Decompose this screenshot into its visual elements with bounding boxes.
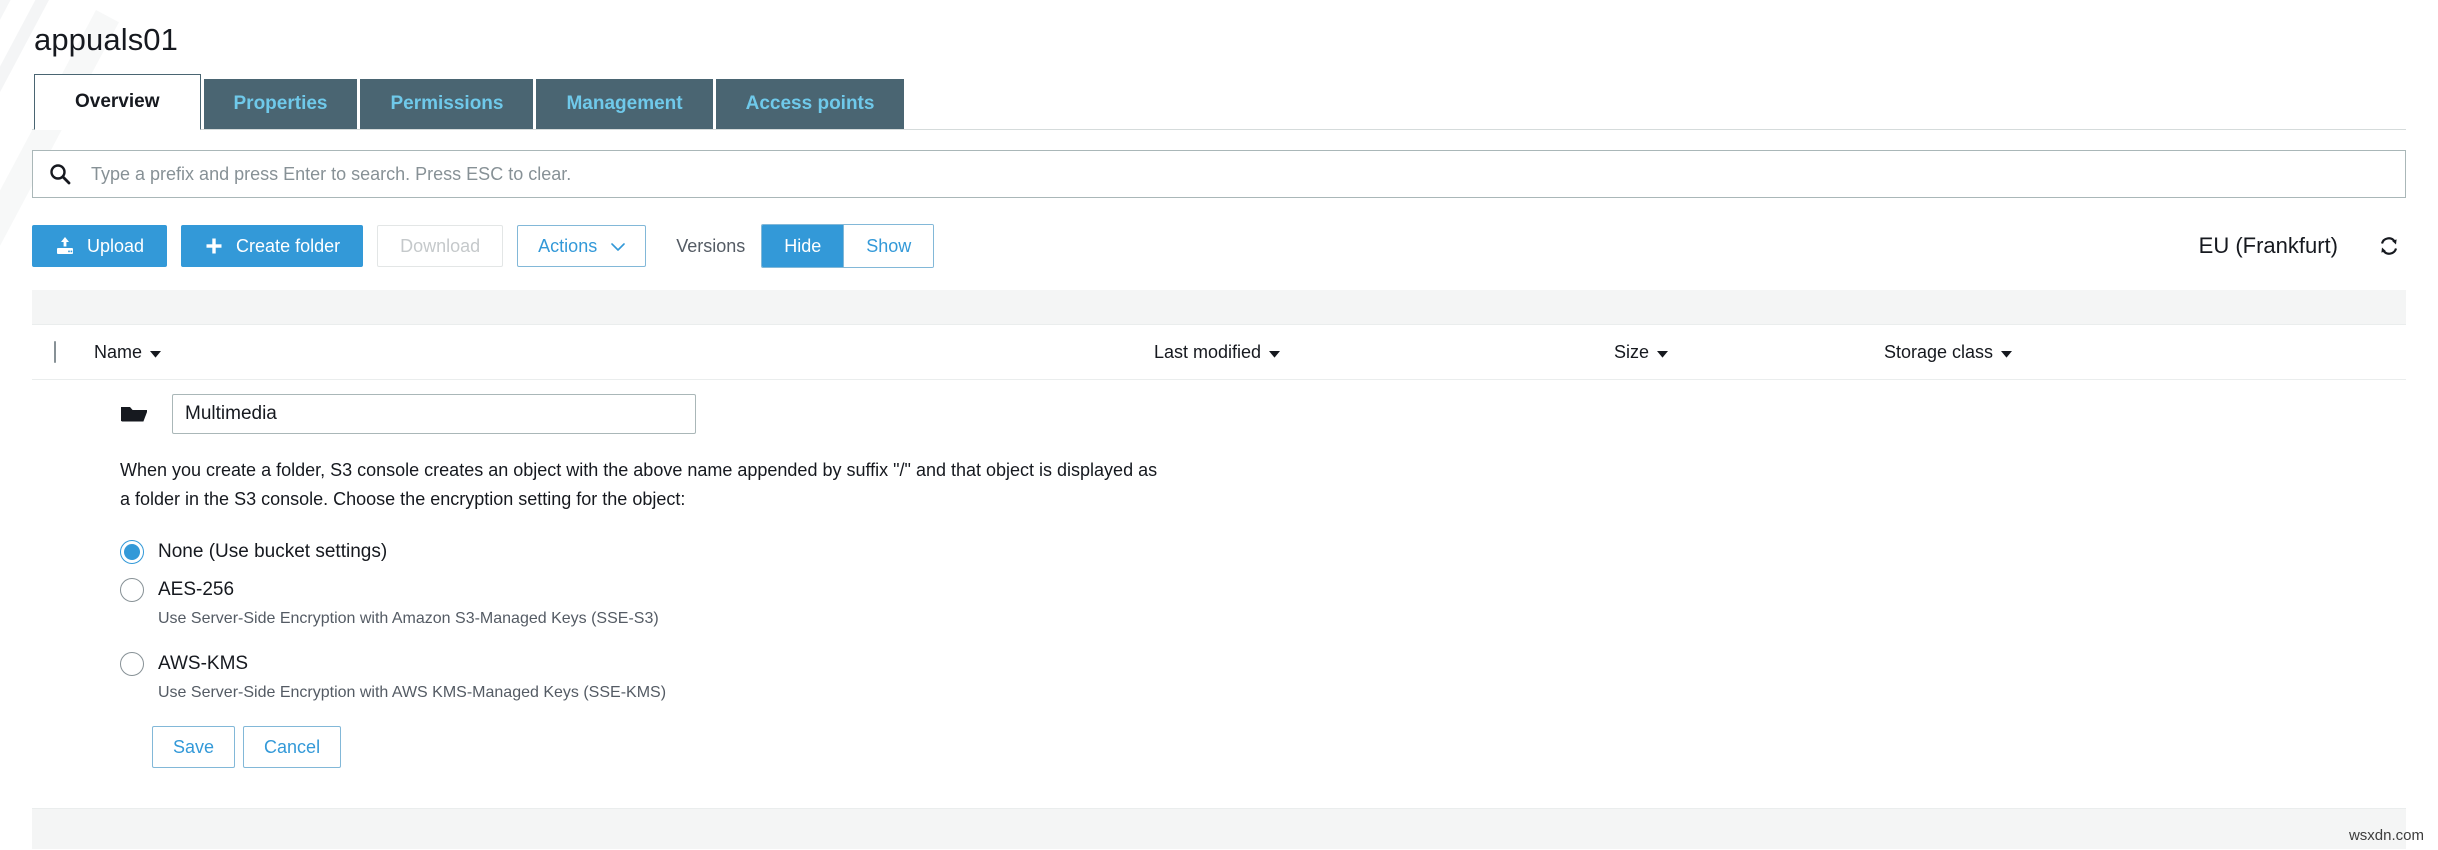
search-row [32, 130, 2406, 198]
folder-icon [120, 403, 150, 425]
tab-permissions[interactable]: Permissions [360, 79, 534, 129]
column-header-storage-class-label: Storage class [1884, 341, 1994, 362]
radio-awskms-icon[interactable] [120, 652, 144, 676]
encryption-options-group: None (Use bucket settings) AES-256 Use S… [120, 540, 2406, 702]
sort-caret-icon [2001, 342, 2013, 363]
sort-caret-icon [150, 342, 162, 363]
table-top-strip [32, 290, 2406, 325]
column-header-last-modified-label: Last modified [1154, 341, 1262, 362]
page-title: appuals01 [34, 22, 178, 57]
cancel-button[interactable]: Cancel [243, 726, 342, 768]
table-header-row: Name Last modified Size Storage class [32, 325, 2406, 380]
column-header-name[interactable]: Name [94, 342, 1154, 363]
column-header-size[interactable]: Size [1614, 342, 1884, 363]
column-header-storage-class[interactable]: Storage class [1884, 342, 2184, 363]
create-folder-button[interactable]: Create folder [181, 225, 364, 267]
tab-overview[interactable]: Overview [34, 74, 201, 130]
encryption-option-aes256[interactable]: AES-256 [120, 578, 2406, 602]
encryption-option-awskms-help: Use Server-Side Encryption with AWS KMS-… [158, 684, 667, 701]
toolbar: Upload Create folder Download Actions Ve… [32, 198, 2406, 290]
encryption-option-aes256-label: AES-256 [158, 579, 235, 600]
versions-hide-button[interactable]: Hide [762, 225, 844, 267]
create-folder-description: When you create a folder, S3 console cre… [120, 460, 1158, 509]
versions-toggle-group: Hide Show [761, 224, 935, 268]
refresh-icon[interactable] [2378, 235, 2400, 257]
watermark: wsxdn.com [2348, 827, 2424, 844]
download-button: Download [377, 225, 504, 267]
search-icon [47, 161, 73, 187]
encryption-option-awskms[interactable]: AWS-KMS [120, 652, 2406, 676]
column-header-name-label: Name [94, 341, 143, 362]
tab-properties[interactable]: Properties [203, 79, 358, 129]
sort-caret-icon [1269, 342, 1281, 363]
upload-button-label: Upload [87, 235, 145, 256]
radio-aes256-icon[interactable] [120, 578, 144, 602]
encryption-option-none[interactable]: None (Use bucket settings) [120, 540, 2406, 564]
radio-none-icon[interactable] [120, 540, 144, 564]
versions-show-button[interactable]: Show [843, 225, 934, 267]
chevron-down-icon [611, 236, 626, 257]
toolbar-right-group: EU (Frankfurt) [2199, 233, 2406, 259]
s3-bucket-page: appuals01 Overview Properties Permission… [0, 0, 2438, 849]
create-folder-form: When you create a folder, S3 console cre… [32, 380, 2406, 768]
encryption-option-none-label: None (Use bucket settings) [158, 541, 388, 562]
actions-button-label: Actions [538, 235, 598, 256]
tab-bar: Overview Properties Permissions Manageme… [32, 74, 2406, 130]
actions-button[interactable]: Actions [517, 225, 647, 267]
encryption-option-awskms-label: AWS-KMS [158, 653, 249, 674]
form-actions: Save Cancel [152, 726, 2406, 768]
folder-name-row [32, 394, 2406, 434]
sort-caret-icon [1657, 342, 1669, 363]
table-bottom-strip [32, 808, 2406, 849]
search-input[interactable] [89, 162, 2391, 186]
region-label: EU (Frankfurt) [2198, 233, 2338, 258]
plus-icon [204, 236, 224, 256]
select-all-cell [32, 340, 94, 363]
folder-name-input[interactable] [172, 394, 696, 434]
column-header-size-label: Size [1614, 341, 1650, 362]
versions-label: Versions [676, 235, 746, 256]
create-folder-button-label: Create folder [236, 235, 341, 256]
download-button-label: Download [400, 235, 481, 256]
search-box[interactable] [32, 150, 2406, 198]
upload-button[interactable]: Upload [32, 225, 168, 267]
tab-access-points[interactable]: Access points [715, 79, 905, 129]
column-header-last-modified[interactable]: Last modified [1154, 342, 1614, 363]
tab-management[interactable]: Management [536, 79, 713, 129]
encryption-option-aes256-help: Use Server-Side Encryption with Amazon S… [158, 610, 659, 627]
save-button[interactable]: Save [152, 726, 236, 768]
select-all-checkbox[interactable] [54, 340, 56, 363]
upload-icon [55, 236, 75, 256]
